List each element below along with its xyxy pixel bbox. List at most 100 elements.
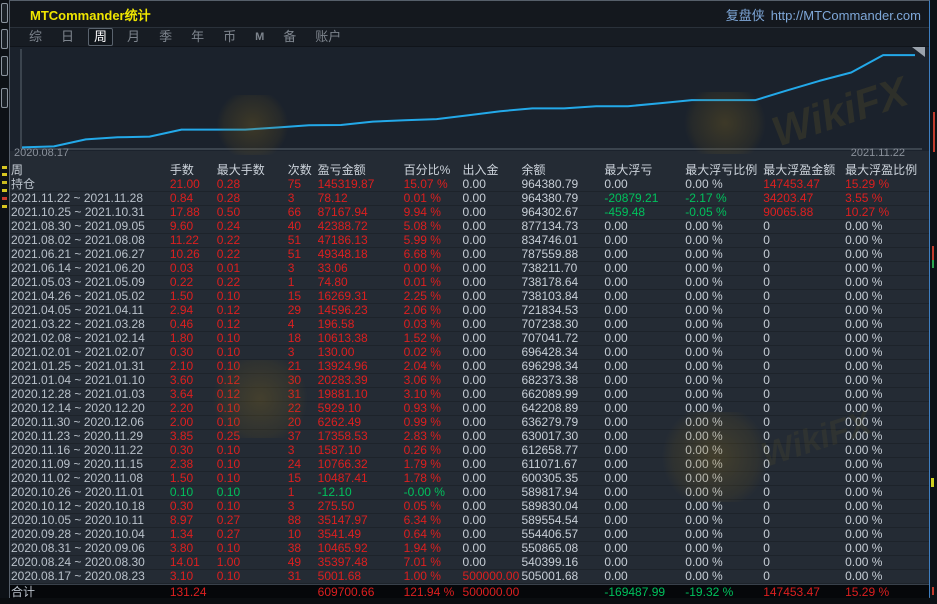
- screen: MTCommander统计 复盘侠http://MTCommander.com …: [0, 0, 937, 604]
- table-row-total[interactable]: 合计131.24609700.66121.94 %500000.00-16948…: [10, 584, 929, 599]
- table-cell: 10766.32: [318, 458, 404, 471]
- table-cell: 0.00: [604, 220, 685, 233]
- table-row[interactable]: 2021.10.25 ~ 2021.10.3117.880.506687167.…: [10, 206, 929, 220]
- table-row[interactable]: 2020.10.12 ~ 2020.10.180.300.103275.500.…: [10, 500, 929, 514]
- table-cell: 738178.64: [521, 276, 604, 289]
- row-period-label: 2020.08.24 ~ 2020.08.30: [11, 556, 170, 569]
- menu-item-周[interactable]: 周: [88, 28, 113, 46]
- table-cell: 3: [288, 500, 318, 513]
- menu-item-月[interactable]: 月: [122, 29, 145, 45]
- table-cell: 0.30: [170, 346, 217, 359]
- table-cell: 0.00 %: [685, 346, 763, 359]
- table-row[interactable]: 2020.11.09 ~ 2020.11.152.380.102410766.3…: [10, 458, 929, 472]
- table-cell: 0.00 %: [685, 458, 763, 471]
- menu-item-币[interactable]: 币: [218, 29, 241, 45]
- table-cell: 0: [763, 304, 845, 317]
- background-toolbar-button[interactable]: [1, 29, 8, 49]
- row-period-label: 2020.10.12 ~ 2020.10.18: [11, 500, 170, 513]
- table-row[interactable]: 2021.06.14 ~ 2021.06.200.030.01333.060.0…: [10, 262, 929, 276]
- background-toolbar-button[interactable]: [1, 3, 8, 23]
- table-cell: 0.00 %: [845, 430, 929, 443]
- title-bar[interactable]: MTCommander统计 复盘侠http://MTCommander.com: [10, 1, 929, 28]
- table-row[interactable]: 2021.05.03 ~ 2021.05.090.220.22174.800.0…: [10, 276, 929, 290]
- table-row[interactable]: 2021.02.01 ~ 2021.02.070.300.103130.000.…: [10, 346, 929, 360]
- table-cell: 1.00: [217, 556, 288, 569]
- table-cell: 0.00: [604, 248, 685, 261]
- table-cell: [217, 585, 288, 598]
- table-cell: 0.93 %: [404, 402, 463, 415]
- table-cell: 0.00 %: [845, 556, 929, 569]
- chart-start-date: 2020.08.17: [14, 147, 69, 159]
- table-row[interactable]: 2020.11.30 ~ 2020.12.062.000.10206262.49…: [10, 416, 929, 430]
- menu-item-备[interactable]: 备: [278, 29, 301, 45]
- menu-item-年[interactable]: 年: [186, 29, 209, 45]
- table-cell: 0.00 %: [845, 318, 929, 331]
- table-row[interactable]: 持仓21.000.2875145319.8715.07 %0.00964380.…: [10, 178, 929, 192]
- table-row[interactable]: 2020.09.28 ~ 2020.10.041.340.27103541.49…: [10, 528, 929, 542]
- table-cell: 0.00: [463, 234, 522, 247]
- table-cell: 0: [763, 290, 845, 303]
- table-cell: 0: [763, 374, 845, 387]
- column-header: 最大浮亏比例: [685, 161, 763, 178]
- table-cell: 0.00: [604, 262, 685, 275]
- table-cell: 0.10: [217, 444, 288, 457]
- background-chart-fragment: [2, 181, 7, 184]
- table-cell: 0: [763, 402, 845, 415]
- menu-item-季[interactable]: 季: [154, 29, 177, 45]
- brand-url[interactable]: http://MTCommander.com: [771, 8, 921, 23]
- background-toolbar-button[interactable]: [1, 88, 8, 108]
- table-row[interactable]: 2021.04.05 ~ 2021.04.112.940.122914596.2…: [10, 304, 929, 318]
- table-row[interactable]: 2020.10.05 ~ 2020.10.118.970.278835147.9…: [10, 514, 929, 528]
- table-cell: 1: [288, 486, 318, 499]
- table-row[interactable]: 2020.12.28 ~ 2021.01.033.640.123119881.1…: [10, 388, 929, 402]
- background-toolbar-button[interactable]: [1, 56, 8, 76]
- table-cell: 0.22: [217, 248, 288, 261]
- table-cell: 609700.66: [318, 585, 404, 598]
- table-cell: 75: [288, 178, 318, 191]
- brand-name: 复盘侠: [726, 8, 765, 23]
- table-row[interactable]: 2021.02.08 ~ 2021.02.141.800.101810613.3…: [10, 332, 929, 346]
- table-cell: 0.00 %: [845, 458, 929, 471]
- table-cell: 0.00: [463, 318, 522, 331]
- table-cell: 0.00 %: [685, 542, 763, 555]
- table-row[interactable]: 2020.08.31 ~ 2020.09.063.800.103810465.9…: [10, 542, 929, 556]
- table-row[interactable]: 2020.11.16 ~ 2020.11.220.300.1031587.100…: [10, 444, 929, 458]
- table-row[interactable]: 2021.08.30 ~ 2021.09.059.600.244042388.7…: [10, 220, 929, 234]
- table-cell: 0.10: [217, 472, 288, 485]
- table-cell: 0.10: [217, 290, 288, 303]
- row-period-label: 2021.01.04 ~ 2021.01.10: [11, 374, 170, 387]
- table-cell: 0.00 %: [845, 388, 929, 401]
- table-cell: 37: [288, 430, 318, 443]
- table-cell: 87167.94: [318, 206, 404, 219]
- table-row[interactable]: 2020.12.14 ~ 2020.12.202.200.10225929.10…: [10, 402, 929, 416]
- table-row[interactable]: 2021.08.02 ~ 2021.08.0811.220.225147186.…: [10, 234, 929, 248]
- table-cell: 2.25 %: [404, 290, 463, 303]
- table-cell: 0.00: [604, 556, 685, 569]
- table-row[interactable]: 2021.03.22 ~ 2021.03.280.460.124196.580.…: [10, 318, 929, 332]
- table-row[interactable]: 2021.01.25 ~ 2021.01.312.100.102113924.9…: [10, 360, 929, 374]
- table-row[interactable]: 2020.11.02 ~ 2020.11.081.500.101510487.4…: [10, 472, 929, 486]
- table-cell: 1.78 %: [404, 472, 463, 485]
- table-cell: 0.00: [604, 178, 685, 191]
- table-row[interactable]: 2020.08.24 ~ 2020.08.3014.011.004935397.…: [10, 556, 929, 570]
- table-row[interactable]: 2021.06.21 ~ 2021.06.2710.260.225149348.…: [10, 248, 929, 262]
- table-cell: 0: [763, 416, 845, 429]
- table-row[interactable]: 2021.04.26 ~ 2021.05.021.500.101516269.3…: [10, 290, 929, 304]
- menu-item-综[interactable]: 综: [24, 29, 47, 45]
- table-cell: 0.46: [170, 318, 217, 331]
- table-cell: 0.00: [463, 402, 522, 415]
- table-row[interactable]: 2020.08.17 ~ 2020.08.233.100.10315001.68…: [10, 570, 929, 584]
- table-cell: 0.99 %: [404, 416, 463, 429]
- table-cell: 3.10 %: [404, 388, 463, 401]
- menu-item-日[interactable]: 日: [56, 29, 79, 45]
- table-row[interactable]: 2020.10.26 ~ 2020.11.010.100.101-12.10-0…: [10, 486, 929, 500]
- table-row[interactable]: 2021.11.22 ~ 2021.11.280.840.28378.120.0…: [10, 192, 929, 206]
- table-cell: 0.00: [604, 458, 685, 471]
- table-cell: -20879.21: [604, 192, 685, 205]
- table-row[interactable]: 2021.01.04 ~ 2021.01.103.600.123020283.3…: [10, 374, 929, 388]
- menu-item-账户[interactable]: 账户: [310, 29, 346, 45]
- table-row[interactable]: 2020.11.23 ~ 2020.11.293.850.253717358.5…: [10, 430, 929, 444]
- table-cell: 0.00: [463, 556, 522, 569]
- menu-item-M[interactable]: M: [250, 29, 269, 45]
- table-cell: 0.00: [463, 374, 522, 387]
